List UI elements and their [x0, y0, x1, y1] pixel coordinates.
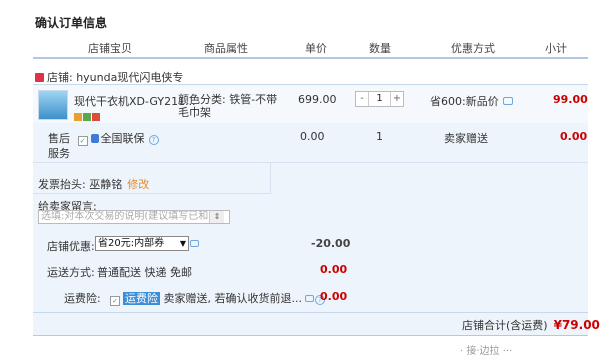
discount-info: 省600:新品价 [430, 93, 513, 109]
shield-icon [90, 134, 99, 143]
col-header-price: 单价 [305, 42, 327, 55]
credit-card-icon [92, 113, 100, 121]
unit-price: 699.00 [298, 93, 337, 106]
coupon-select[interactable]: 省20元:内部券 ▼ [95, 236, 189, 251]
shop-label: 店铺: hyunda现代闪电侠专 [47, 71, 184, 84]
shop-total: 店铺合计(含运费) ¥79.00 [462, 317, 600, 333]
invoice-label: 发票抬头: 巫静铭 [38, 178, 123, 191]
message-to-seller-input[interactable]: 选填:对本次交易的说明(建议填写已和 [38, 210, 230, 224]
product-property: 颜色分类: 铁管-不带毛巾架 [178, 93, 278, 119]
service-quantity: 1 [376, 130, 383, 143]
quantity-minus-button[interactable]: - [356, 92, 368, 106]
help-icon[interactable]: ? [148, 135, 159, 145]
service-discount: 卖家赠送 [444, 132, 488, 145]
guarantee-icon [83, 113, 91, 121]
seven-day-return-icon [74, 113, 82, 121]
chevron-down-icon: ▼ [179, 239, 186, 248]
footer-cut-text: · 接·边拉 ··· [460, 346, 513, 357]
coupon-selected-value: 省20元:内部券 [98, 238, 165, 249]
insurance-label: 运费险: [64, 292, 101, 305]
coupon-label: 店铺优惠: [47, 240, 95, 253]
shop-total-value: ¥79.00 [553, 318, 600, 332]
col-header-item: 店铺宝贝 [88, 42, 132, 55]
header-divider [33, 57, 588, 59]
chat-icon[interactable] [304, 295, 314, 302]
shop-total-label: 店铺合计(含运费) [462, 319, 548, 332]
insurance-text: 卖家赠送, 若确认收货前退... [163, 292, 302, 305]
col-header-property: 商品属性 [204, 42, 248, 55]
service-label-suffix: 服务 [48, 147, 70, 160]
product-thumbnail[interactable] [38, 90, 68, 120]
message-scroll-arrows[interactable]: ⇕ [209, 211, 224, 223]
shipping-label: 运送方式: [47, 266, 95, 279]
shop-name[interactable]: 店铺: hyunda现代闪电侠专 [35, 69, 183, 85]
insurance-amount: 0.00 [320, 290, 348, 303]
service-option: 售后 ✓ 全国联保? 服务 [48, 131, 159, 161]
invoice-title: 发票抬头: 巫静铭 修改 [38, 176, 149, 192]
col-header-subtotal: 小计 [545, 42, 567, 55]
quantity-input[interactable]: 1 [368, 92, 391, 106]
col-header-discount: 优惠方式 [451, 42, 495, 55]
service-subtotal: 0.00 [560, 130, 588, 143]
service-checkbox[interactable]: ✓ [77, 136, 88, 146]
coupon-amount: -20.00 [311, 237, 351, 250]
quantity-plus-button[interactable]: + [391, 92, 403, 106]
service-option-label: 全国联保 [100, 132, 145, 145]
chat-icon[interactable] [190, 240, 199, 247]
service-price: 0.00 [300, 130, 325, 143]
item-subtotal: 99.00 [553, 93, 588, 106]
quantity-stepper[interactable]: - 1 + [355, 91, 404, 107]
shipping-amount: 0.00 [320, 263, 348, 276]
chat-icon[interactable] [502, 97, 513, 105]
shipping-method: 普通配送 快递 免邮 [97, 266, 192, 279]
insurance-highlight: 运费险 [123, 292, 160, 305]
insurance-option: ✓ 运费险 卖家赠送, 若确认收货前退...? [110, 290, 325, 306]
insurance-checkbox[interactable]: ✓ [110, 296, 120, 306]
page-title: 确认订单信息 [35, 16, 108, 30]
shop-icon [35, 73, 44, 82]
discount-label: 省600:新品价 [430, 95, 499, 108]
col-header-quantity: 数量 [369, 42, 391, 55]
service-label-prefix: 售后 [48, 132, 70, 145]
invoice-edit-link[interactable]: 修改 [127, 178, 149, 191]
